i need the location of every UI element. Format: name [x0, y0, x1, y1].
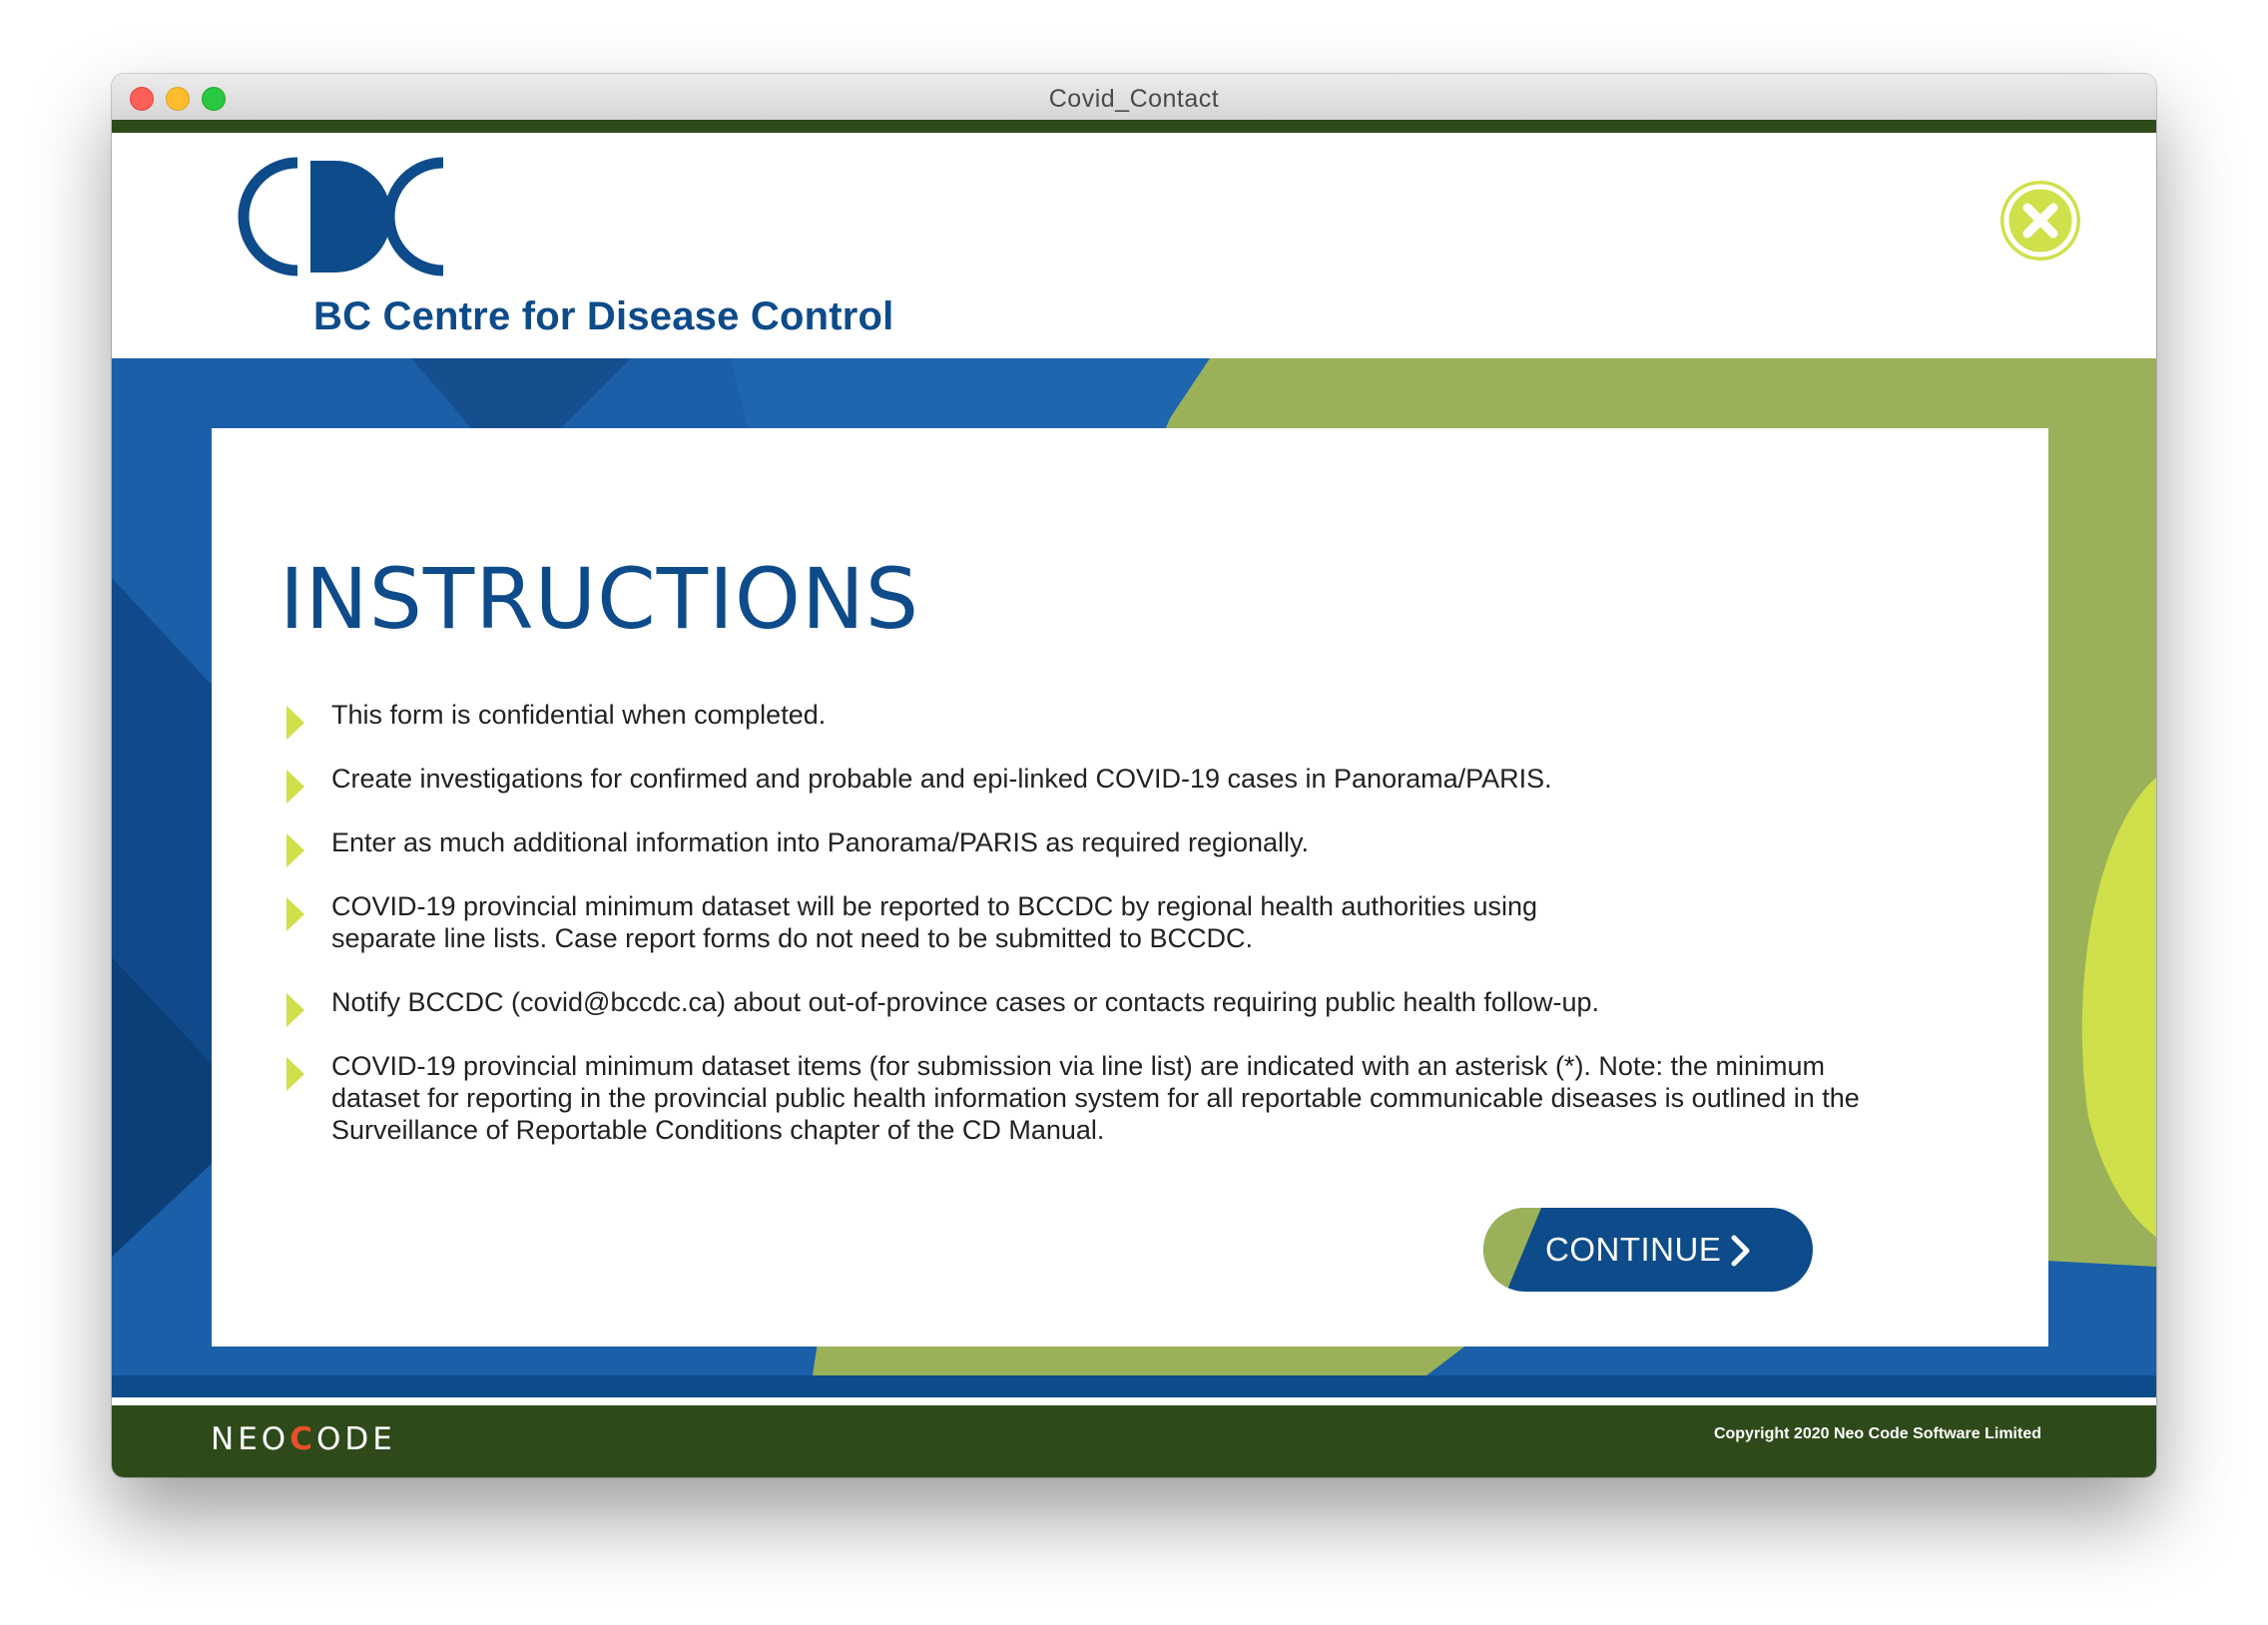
divider: [112, 1397, 2156, 1405]
instruction-text-line: dataset for reporting in the provincial …: [331, 1083, 1860, 1113]
chevron-right-icon: [1731, 1235, 1750, 1267]
instruction-item: Enter as much additional information int…: [286, 826, 2008, 867]
triangle-bullet-icon: [286, 1057, 304, 1091]
organization-name: BC Centre for Disease Control: [313, 294, 894, 338]
top-accent-stripe: [112, 120, 2156, 133]
close-button[interactable]: [2000, 181, 2080, 261]
app-footer: NEOCODE Copyright 2020 Neo Code Software…: [112, 1405, 2156, 1477]
brand-text: NEO: [211, 1421, 290, 1457]
cdc-logo-icon: [238, 157, 444, 276]
bottom-blue-stripe: [112, 1375, 2156, 1397]
triangle-bullet-icon: [286, 833, 304, 867]
instruction-text-line: COVID-19 provincial minimum dataset will…: [331, 891, 1538, 921]
instructions-card: INSTRUCTIONS This form is confidential w…: [212, 428, 2048, 1347]
neocode-logo: NEOCODE: [211, 1421, 396, 1457]
close-x-circle-icon: [2003, 184, 2077, 258]
instruction-item: COVID-19 provincial minimum dataset item…: [286, 1050, 2008, 1146]
title-bar[interactable]: Covid_Contact: [112, 74, 2156, 121]
button-accent-stripe: [1483, 1208, 1541, 1292]
brand-text: ODE: [315, 1421, 396, 1457]
instruction-item: Notify BCCDC (covid@bccdc.ca) about out-…: [286, 986, 2008, 1027]
triangle-bullet-icon: [286, 993, 304, 1027]
brand-accent-letter: C: [289, 1421, 316, 1457]
triangle-bullet-icon: [286, 706, 304, 740]
instruction-text: This form is confidential when completed…: [331, 700, 827, 730]
instruction-text: Enter as much additional information int…: [331, 827, 1310, 857]
instruction-text-line: COVID-19 provincial minimum dataset item…: [331, 1051, 1826, 1081]
continue-label: CONTINUE: [1545, 1231, 1722, 1268]
instruction-text: Create investigations for confirmed and …: [331, 764, 1552, 794]
instruction-item: COVID-19 provincial minimum dataset will…: [286, 890, 2008, 954]
triangle-bullet-icon: [286, 770, 304, 804]
instruction-text-line: separate line lists. Case report forms d…: [331, 923, 1253, 953]
triangle-bullet-icon: [286, 897, 304, 931]
continue-button[interactable]: CONTINUE: [1483, 1208, 1813, 1292]
instruction-text: Notify BCCDC (covid@bccdc.ca) about out-…: [331, 987, 1599, 1017]
app-header: BC Centre for Disease Control: [112, 133, 2156, 358]
page-title: INSTRUCTIONS: [280, 550, 920, 648]
instruction-text-line: Surveillance of Reportable Conditions ch…: [331, 1115, 1105, 1145]
copyright-text: Copyright 2020 Neo Code Software Limited: [1713, 1425, 2041, 1442]
app-window: Covid_Contact BC Centre for Disease Cont…: [112, 74, 2156, 1477]
window-title: Covid_Contact: [1048, 85, 1220, 113]
instruction-item: Create investigations for confirmed and …: [286, 763, 2008, 804]
instruction-item: This form is confidential when completed…: [286, 699, 2008, 740]
